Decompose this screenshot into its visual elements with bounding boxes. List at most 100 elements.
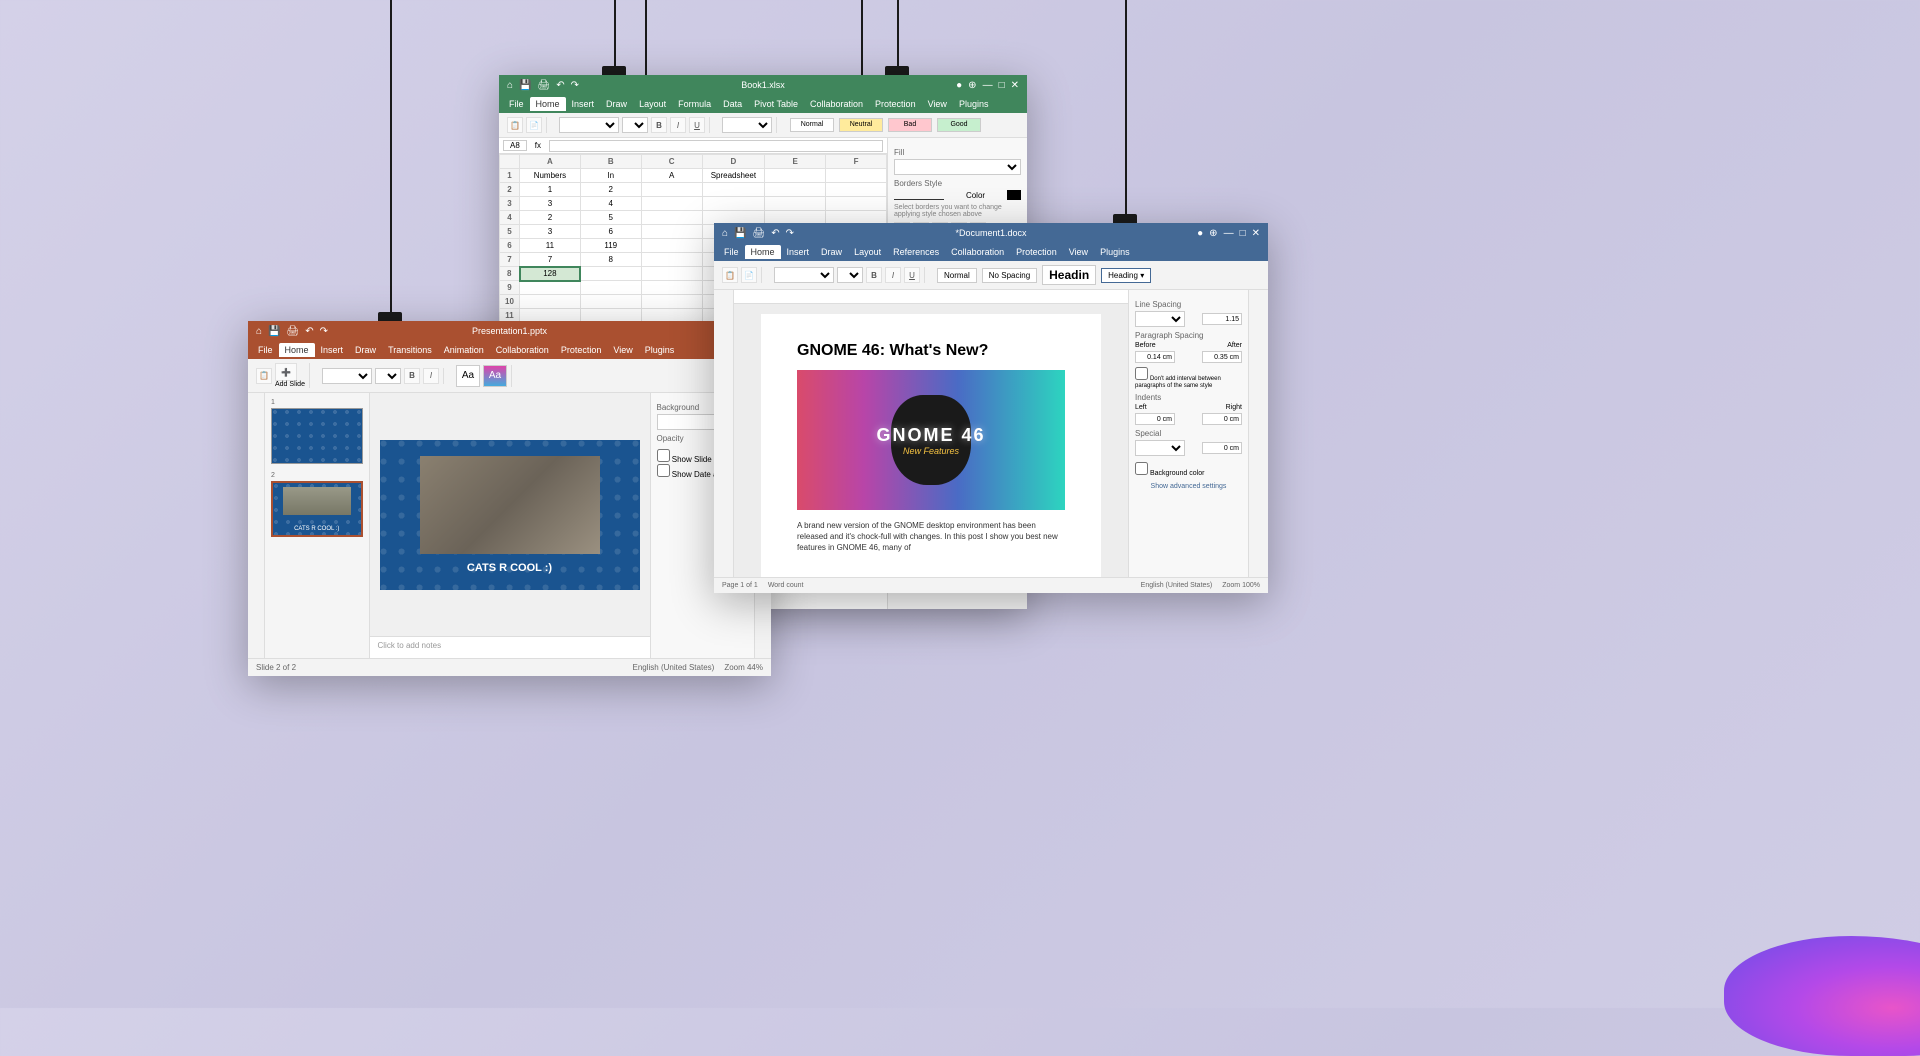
cell-selected[interactable]: 128 [520, 267, 581, 281]
menu-draw[interactable]: Draw [815, 245, 848, 259]
fontsize-select[interactable]: 26 [837, 267, 863, 283]
copy-icon[interactable]: 📋 [722, 267, 738, 283]
menu-insert[interactable]: Insert [781, 245, 816, 259]
after-input[interactable] [1202, 351, 1242, 363]
cell[interactable]: 3 [520, 225, 581, 239]
style-nospacing[interactable]: No Spacing [982, 268, 1037, 283]
style-heading1[interactable]: Heading ▾ [1101, 268, 1151, 283]
paste-icon[interactable]: 📄 [741, 267, 757, 283]
cell-reference[interactable]: A8 [503, 140, 527, 151]
menu-insert[interactable]: Insert [566, 97, 601, 111]
menu-file[interactable]: File [252, 343, 279, 357]
copy-icon[interactable]: 📋 [507, 117, 523, 133]
menu-data[interactable]: Data [717, 97, 748, 111]
underline-icon[interactable]: U [904, 267, 920, 283]
redo-icon[interactable]: ↷ [571, 80, 579, 91]
style-normal[interactable]: Normal [790, 118, 834, 132]
menu-view[interactable]: View [1063, 245, 1094, 259]
col-header[interactable]: D [702, 155, 765, 169]
undo-icon[interactable]: ↶ [771, 228, 779, 239]
cell[interactable]: 5 [580, 211, 641, 225]
slide-thumb-1[interactable] [271, 408, 362, 464]
user-icon[interactable]: ● [1197, 228, 1203, 239]
menu-layout[interactable]: Layout [633, 97, 672, 111]
close-icon[interactable]: ✕ [1252, 228, 1260, 239]
menu-layout[interactable]: Layout [848, 245, 887, 259]
menu-view[interactable]: View [607, 343, 638, 357]
col-header[interactable]: F [826, 155, 887, 169]
bold-icon[interactable]: B [404, 368, 420, 384]
copy-icon[interactable]: 📋 [256, 368, 272, 384]
dont-add-checkbox[interactable] [1135, 367, 1148, 380]
theme-preview[interactable]: Aa [456, 365, 480, 387]
advanced-link[interactable]: Show advanced settings [1135, 483, 1242, 490]
current-slide[interactable]: CATS R COOL :) [380, 440, 640, 590]
fx-label[interactable]: fx [535, 141, 541, 150]
save-icon[interactable]: 💾 [519, 80, 531, 91]
add-slide-button[interactable]: ➕Add Slide [275, 363, 305, 388]
theme-preview[interactable]: Aa [483, 365, 507, 387]
before-input[interactable] [1135, 351, 1175, 363]
user-icon[interactable]: ● [956, 80, 962, 91]
menu-view[interactable]: View [922, 97, 953, 111]
font-select[interactable]: Arial [322, 368, 372, 384]
col-header[interactable]: E [765, 155, 826, 169]
special-input[interactable] [1202, 442, 1242, 454]
search-icon[interactable]: ⊕ [968, 80, 976, 91]
style-good[interactable]: Good [937, 118, 981, 132]
document-page[interactable]: GNOME 46: What's New? GNOME 46 New Featu… [761, 314, 1101, 577]
style-bad[interactable]: Bad [888, 118, 932, 132]
slide-canvas[interactable]: CATS R COOL :) [370, 393, 650, 636]
language-indicator[interactable]: English (United States) [1141, 582, 1213, 589]
print-icon[interactable]: 🖨 [753, 228, 766, 239]
cell[interactable]: Numbers [520, 169, 581, 183]
style-heading[interactable]: Headin [1042, 265, 1096, 285]
fontsize-select[interactable]: 28 [375, 368, 401, 384]
show-slide-checkbox[interactable] [657, 449, 670, 462]
special-select[interactable]: (none) [1135, 440, 1185, 456]
cell[interactable]: 11 [520, 239, 581, 253]
line-spacing-select[interactable]: Multiple [1135, 311, 1185, 327]
slide-image-cat[interactable] [420, 456, 600, 554]
redo-icon[interactable]: ↷ [786, 228, 794, 239]
menu-draw[interactable]: Draw [349, 343, 382, 357]
save-icon[interactable]: 💾 [268, 326, 280, 337]
menu-home[interactable]: Home [279, 343, 315, 357]
left-indent-input[interactable] [1135, 413, 1175, 425]
cell[interactable]: In [580, 169, 641, 183]
spreadsheet-titlebar[interactable]: ⌂ 💾 🖨 ↶ ↷ Book1.xlsx ● ⊕ — □ ✕ [499, 75, 1027, 95]
paste-icon[interactable]: 📄 [526, 117, 542, 133]
cell[interactable]: 7 [520, 253, 581, 267]
undo-icon[interactable]: ↶ [556, 80, 564, 91]
fill-select[interactable]: No Fill [894, 159, 1021, 175]
border-style-preview[interactable] [894, 190, 944, 200]
menu-collab[interactable]: Collaboration [804, 97, 869, 111]
menu-plugins[interactable]: Plugins [953, 97, 995, 111]
menu-file[interactable]: File [503, 97, 530, 111]
menu-home[interactable]: Home [530, 97, 566, 111]
ruler[interactable] [734, 290, 1128, 304]
menu-collab[interactable]: Collaboration [945, 245, 1010, 259]
hero-image[interactable]: GNOME 46 New Features [797, 370, 1065, 510]
cell[interactable]: Spreadsheet [702, 169, 765, 183]
menu-insert[interactable]: Insert [315, 343, 350, 357]
cell[interactable]: 3 [520, 197, 581, 211]
cell[interactable]: 8 [580, 253, 641, 267]
cell[interactable]: 1 [520, 183, 581, 197]
style-normal[interactable]: Normal [937, 268, 977, 283]
italic-icon[interactable]: I [885, 267, 901, 283]
redo-icon[interactable]: ↷ [320, 326, 328, 337]
line-spacing-value[interactable] [1202, 313, 1242, 325]
slide-thumb-2[interactable]: CATS R COOL :) [271, 481, 362, 537]
col-header[interactable]: C [641, 155, 702, 169]
menu-animation[interactable]: Animation [438, 343, 490, 357]
print-icon[interactable]: 🖨 [538, 80, 551, 91]
minimize-icon[interactable]: — [1224, 228, 1234, 239]
underline-icon[interactable]: U [689, 117, 705, 133]
bold-icon[interactable]: B [866, 267, 882, 283]
search-icon[interactable]: ⊕ [1209, 228, 1217, 239]
menu-plugins[interactable]: Plugins [639, 343, 681, 357]
menu-collab[interactable]: Collaboration [490, 343, 555, 357]
menu-draw[interactable]: Draw [600, 97, 633, 111]
font-select[interactable]: Calibri [559, 117, 619, 133]
